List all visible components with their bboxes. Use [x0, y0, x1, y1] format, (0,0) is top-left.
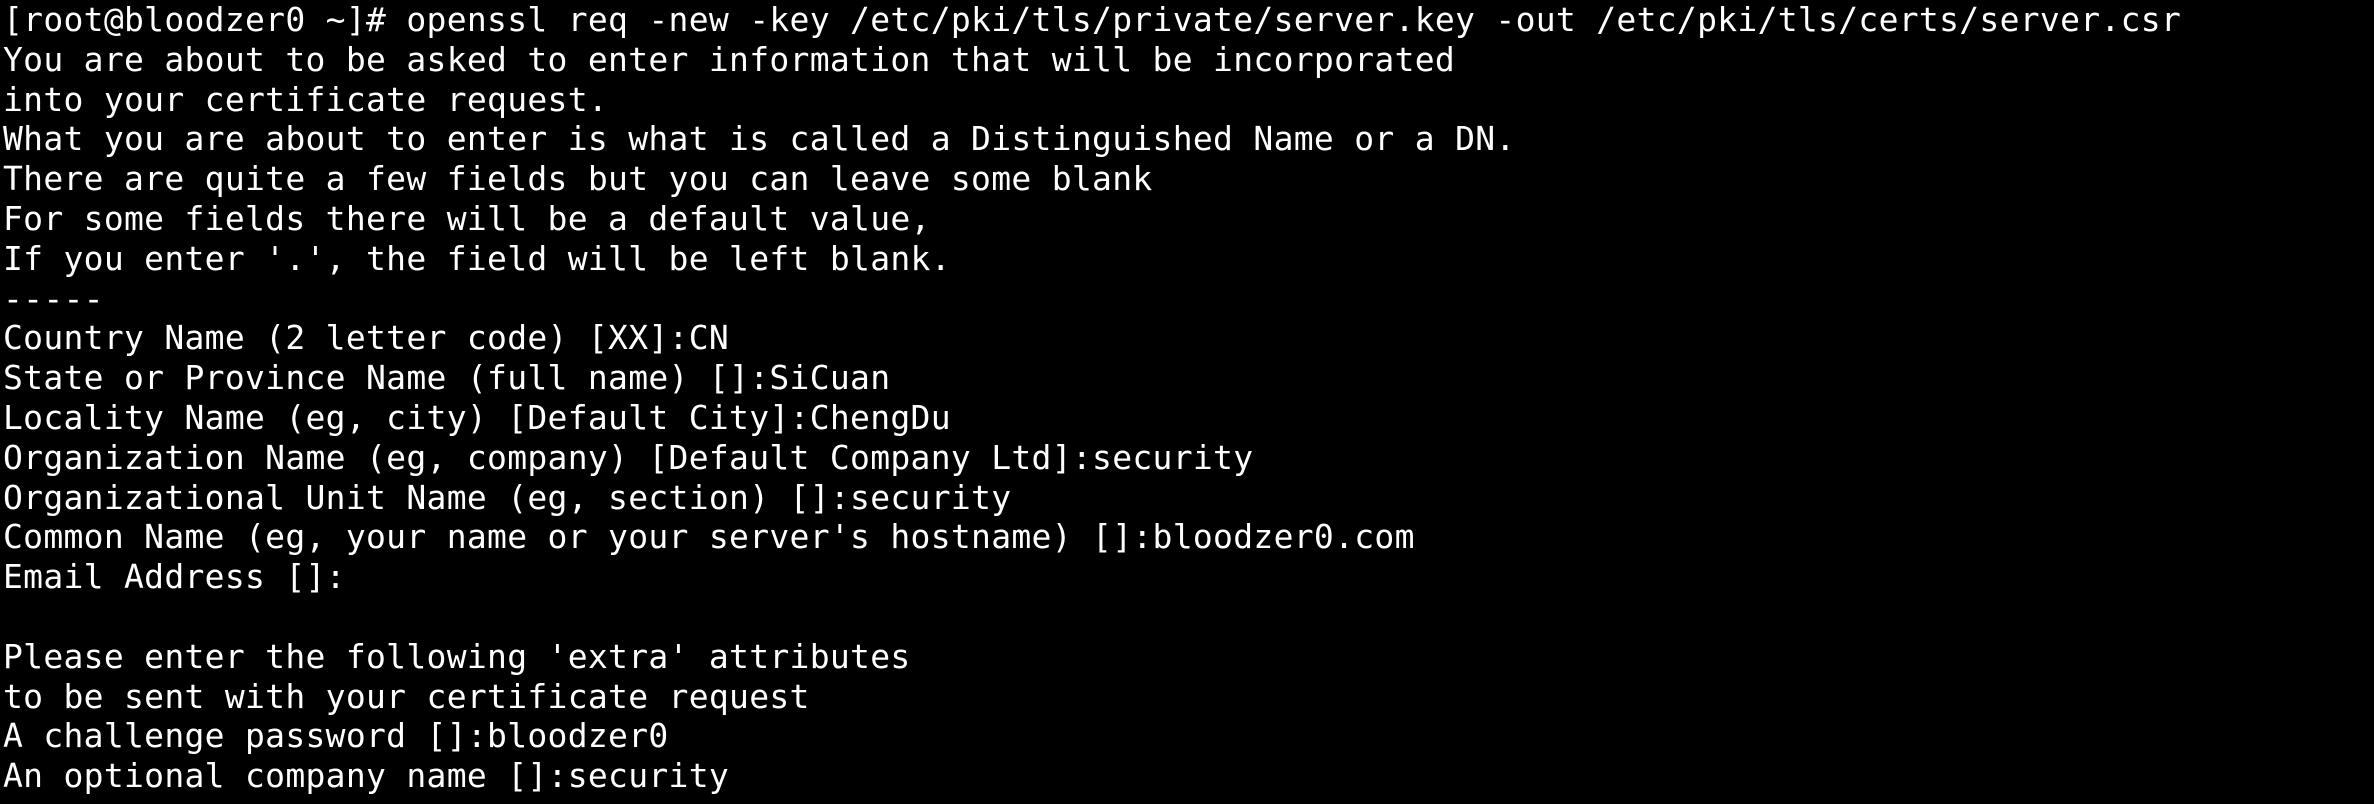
- terminal-prompt-organization: Organization Name (eg, company) [Default…: [3, 437, 1254, 477]
- terminal-prompt-country: Country Name (2 letter code) [XX]:CN: [3, 318, 730, 358]
- terminal-prompt-common-name: Common Name (eg, your name or your serve…: [3, 517, 1415, 557]
- terminal-output-line: Please enter the following 'extra' attri…: [3, 636, 911, 676]
- terminal-prompt-locality: Locality Name (eg, city) [Default City]:…: [3, 397, 951, 437]
- terminal-separator-line: -----: [3, 278, 104, 318]
- terminal-output-line: If you enter '.', the field will be left…: [3, 238, 951, 278]
- terminal-output-line: to be sent with your certificate request: [3, 676, 810, 716]
- terminal-window[interactable]: [root@bloodzer0 ~]# openssl req -new -ke…: [0, 0, 2374, 804]
- terminal-prompt-challenge-password: A challenge password []:bloodzer0: [3, 716, 669, 756]
- terminal-output-line: There are quite a few fields but you can…: [3, 159, 1153, 199]
- terminal-output-line: What you are about to enter is what is c…: [3, 119, 1516, 159]
- terminal-prompt-optional-company: An optional company name []:security: [3, 756, 730, 796]
- terminal-output-line: into your certificate request.: [3, 79, 609, 119]
- terminal-output-line: You are about to be asked to enter infor…: [3, 39, 1456, 79]
- terminal-prompt-state: State or Province Name (full name) []:Si…: [3, 358, 891, 398]
- terminal-prompt-org-unit: Organizational Unit Name (eg, section) […: [3, 477, 1012, 517]
- terminal-output-line: For some fields there will be a default …: [3, 198, 931, 238]
- terminal-prompt-email: Email Address []:: [3, 557, 346, 597]
- terminal-command-line: [root@bloodzer0 ~]# openssl req -new -ke…: [3, 0, 2182, 39]
